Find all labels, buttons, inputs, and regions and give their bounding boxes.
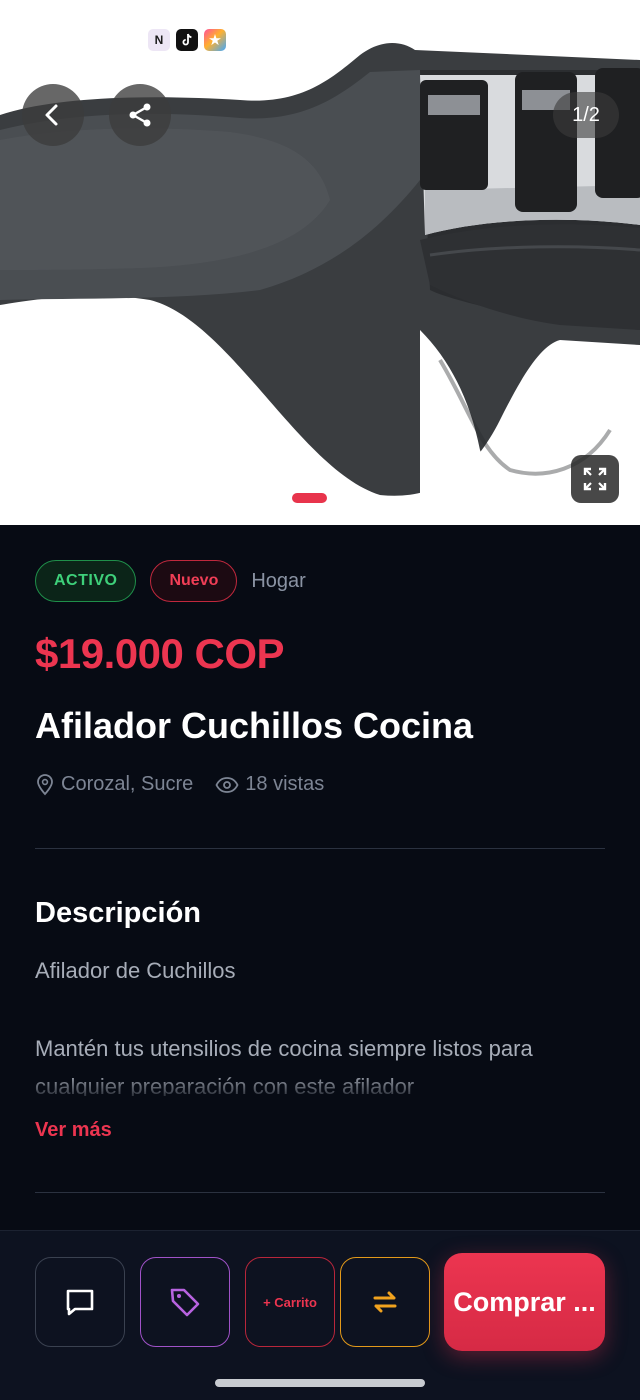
status-bar-app-icons: N xyxy=(148,29,226,51)
views-info: 18 vistas xyxy=(215,773,324,796)
location-info: Corozal, Sucre xyxy=(35,773,193,796)
product-price: $19.000 COP xyxy=(35,630,285,677)
see-more-link[interactable]: Ver más xyxy=(35,1119,112,1142)
carousel-active-dot xyxy=(292,493,327,503)
product-detail-screen: N 1/2 ACTIVO Nuevo Hogar $19.000 COP Afi… xyxy=(0,0,640,1400)
product-photo xyxy=(0,43,640,520)
n-app-icon: N xyxy=(148,29,170,51)
back-button[interactable] xyxy=(22,84,84,146)
description-heading: Descripción xyxy=(35,897,201,929)
buy-button[interactable]: Comprar ... xyxy=(444,1253,605,1351)
divider xyxy=(35,848,605,849)
share-button[interactable] xyxy=(109,84,171,146)
add-to-cart-button[interactable]: + Carrito xyxy=(245,1257,335,1347)
chevron-left-icon xyxy=(45,104,58,126)
status-badge: ACTIVO xyxy=(35,560,137,602)
chat-icon xyxy=(66,1289,94,1316)
eye-icon xyxy=(215,776,239,793)
product-info-section: ACTIVO Nuevo Hogar $19.000 COP Afilador … xyxy=(0,525,640,1230)
make-offer-button[interactable] xyxy=(140,1257,230,1347)
description-first-line: Afilador de Cuchillos xyxy=(35,958,236,983)
image-counter: 1/2 xyxy=(553,92,619,138)
expand-icon xyxy=(583,467,607,491)
bottom-action-bar: + Carrito Comprar ... xyxy=(0,1230,640,1400)
views-text: 18 vistas xyxy=(245,773,325,795)
exchange-button[interactable] xyxy=(340,1257,430,1347)
product-title: Afilador Cuchillos Cocina xyxy=(35,705,474,746)
chat-button[interactable] xyxy=(35,1257,125,1347)
product-image-carousel[interactable]: N 1/2 xyxy=(0,0,640,525)
star-app-icon xyxy=(204,29,226,51)
tag-icon xyxy=(170,1288,200,1317)
fullscreen-button[interactable] xyxy=(571,455,619,503)
description-fade xyxy=(35,1073,605,1099)
badge-row: ACTIVO Nuevo Hogar xyxy=(35,560,306,602)
home-indicator[interactable] xyxy=(215,1379,425,1387)
share-icon xyxy=(129,103,151,127)
location-text: Corozal, Sucre xyxy=(61,773,194,795)
tiktok-app-icon xyxy=(176,29,198,51)
condition-badge: Nuevo xyxy=(150,560,238,602)
category-label[interactable]: Hogar xyxy=(251,570,305,593)
divider xyxy=(35,1192,605,1193)
product-meta: Corozal, Sucre 18 vistas xyxy=(35,773,346,796)
swap-icon xyxy=(373,1291,397,1313)
location-pin-icon xyxy=(37,773,53,795)
